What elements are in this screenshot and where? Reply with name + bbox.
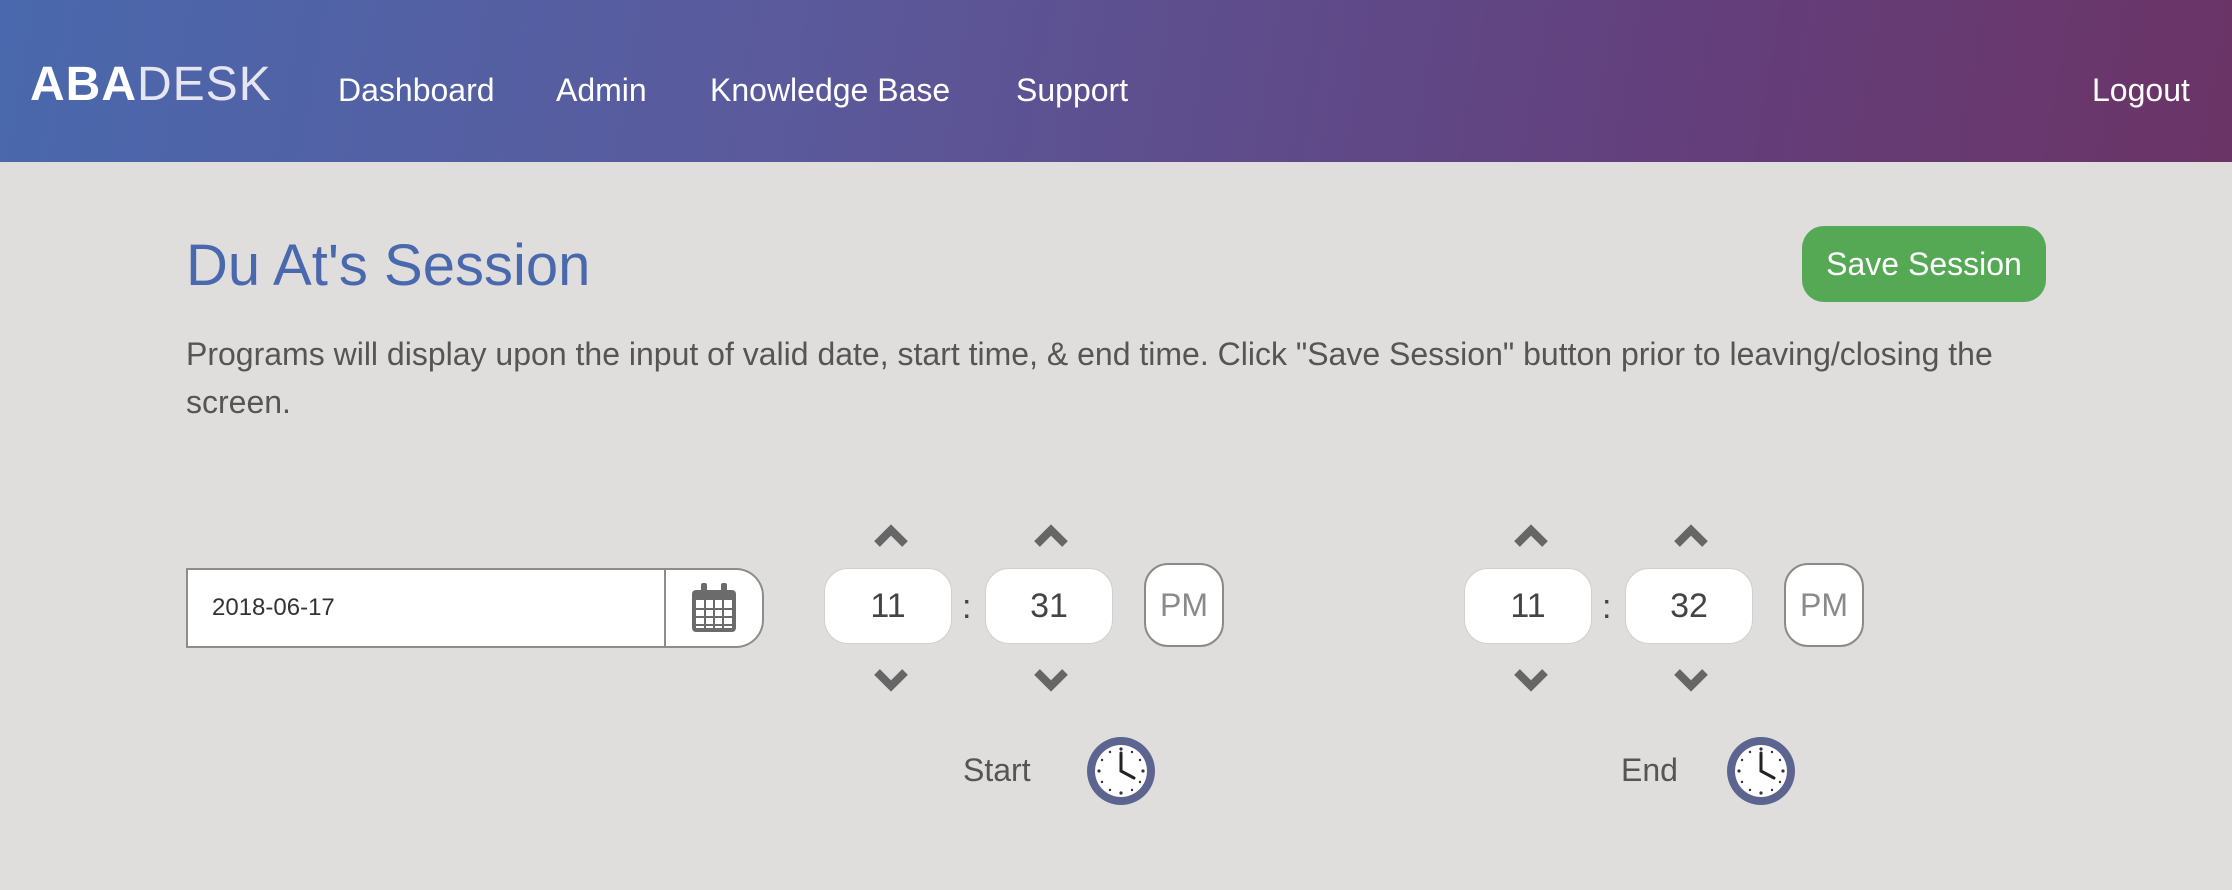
session-date-input[interactable] (186, 568, 666, 648)
start-minute-field[interactable]: 31 (985, 568, 1113, 644)
nav-support[interactable]: Support (1016, 70, 1128, 110)
end-meridiem-toggle[interactable]: PM (1784, 563, 1864, 647)
nav-knowledge-base[interactable]: Knowledge Base (710, 70, 950, 110)
end-hour-down-chevron-icon[interactable] (1511, 666, 1551, 696)
end-minute-down-chevron-icon[interactable] (1671, 666, 1711, 696)
logout-link[interactable]: Logout (2092, 70, 2190, 110)
save-session-button[interactable]: Save Session (1802, 226, 2046, 302)
start-time-separator: : (962, 588, 972, 626)
logo-bold-text: ABA (30, 58, 137, 111)
date-picker-button[interactable] (666, 568, 764, 648)
start-clock-icon[interactable] (1084, 734, 1158, 808)
start-hour-up-chevron-icon[interactable] (871, 520, 911, 550)
end-hour-field[interactable]: 11 (1464, 568, 1592, 644)
top-navbar: ABADESK Dashboard Admin Knowledge Base S… (0, 0, 2232, 162)
start-minute-up-chevron-icon[interactable] (1031, 520, 1071, 550)
start-minute-down-chevron-icon[interactable] (1031, 666, 1071, 696)
end-clock-icon[interactable] (1724, 734, 1798, 808)
start-meridiem-toggle[interactable]: PM (1144, 563, 1224, 647)
instructions-text: Programs will display upon the input of … (186, 336, 1993, 420)
page-title: Du At's Session (186, 233, 591, 298)
app-logo[interactable]: ABADESK (30, 60, 272, 110)
calendar-icon (692, 583, 736, 632)
start-hour-down-chevron-icon[interactable] (871, 666, 911, 696)
end-hour-up-chevron-icon[interactable] (1511, 520, 1551, 550)
start-time-label: Start (963, 752, 1031, 788)
end-time-label: End (1621, 752, 1678, 788)
end-minute-field[interactable]: 32 (1625, 568, 1753, 644)
nav-admin[interactable]: Admin (556, 70, 647, 110)
start-hour-field[interactable]: 11 (824, 568, 952, 644)
nav-dashboard[interactable]: Dashboard (338, 70, 495, 110)
logo-light-text: DESK (137, 58, 272, 111)
end-time-separator: : (1602, 588, 1612, 626)
end-minute-up-chevron-icon[interactable] (1671, 520, 1711, 550)
